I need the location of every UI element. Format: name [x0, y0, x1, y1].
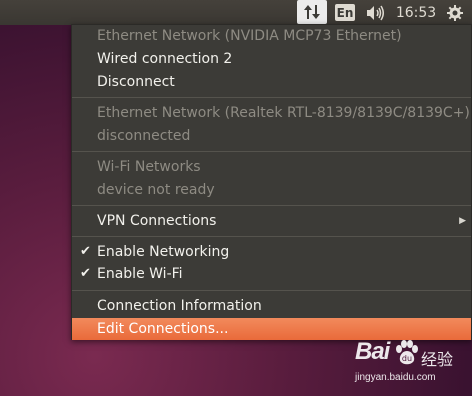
- menu-separator: [72, 205, 471, 206]
- clock[interactable]: 16:53: [395, 0, 437, 25]
- language-label: En: [335, 4, 355, 21]
- svg-text:du: du: [402, 354, 412, 363]
- wifi-status: device not ready: [97, 182, 215, 198]
- ethernet-realtek-status: disconnected: [97, 128, 191, 144]
- baidu-logo-text: Bai: [355, 338, 390, 365]
- vpn-connections-label: VPN Connections: [97, 213, 217, 229]
- checkmark-icon: ✔: [80, 266, 91, 281]
- arrows-up-down-icon: [304, 5, 320, 19]
- ethernet-nvidia-header: Ethernet Network (NVIDIA MCP73 Ethernet): [97, 28, 402, 44]
- enable-wifi-item[interactable]: ✔ Enable Wi-Fi: [72, 263, 471, 285]
- top-panel: En 16:53: [0, 0, 472, 25]
- checkmark-icon: ✔: [80, 244, 91, 259]
- menu-separator: [72, 151, 471, 152]
- disconnect-item[interactable]: Disconnect: [72, 71, 471, 93]
- watermark-url: jingyan.baidu.com: [355, 372, 436, 383]
- gear-icon: [447, 4, 463, 21]
- menu-separator: [72, 97, 471, 98]
- paw-icon: du: [396, 340, 418, 365]
- network-menu: Ethernet Network (NVIDIA MCP73 Ethernet)…: [71, 24, 472, 340]
- vpn-connections-item[interactable]: VPN Connections ▶: [72, 210, 471, 232]
- menu-separator: [72, 236, 471, 237]
- enable-networking-label: Enable Networking: [97, 244, 230, 260]
- enable-networking-item[interactable]: ✔ Enable Networking: [72, 241, 471, 263]
- volume-indicator[interactable]: [364, 0, 388, 25]
- menu-separator: [72, 290, 471, 291]
- keyboard-language-indicator[interactable]: En: [334, 0, 356, 25]
- wifi-networks-header: Wi-Fi Networks: [97, 159, 201, 175]
- baidu-jingyan-text: 经验: [421, 350, 454, 369]
- baidu-watermark: Bai du 经验 jingyan.baidu.com: [355, 338, 472, 396]
- speaker-icon: [367, 5, 384, 20]
- ethernet-realtek-header: Ethernet Network (Realtek RTL-8139/8139C…: [97, 105, 470, 121]
- wired-connection-2-item[interactable]: Wired connection 2: [72, 48, 471, 70]
- enable-wifi-label: Enable Wi-Fi: [97, 266, 183, 282]
- edit-connections-item[interactable]: Edit Connections...: [72, 318, 471, 340]
- submenu-arrow-icon: ▶: [459, 216, 466, 226]
- network-indicator[interactable]: [297, 0, 327, 24]
- session-menu-indicator[interactable]: [444, 0, 466, 25]
- connection-information-item[interactable]: Connection Information: [72, 295, 471, 317]
